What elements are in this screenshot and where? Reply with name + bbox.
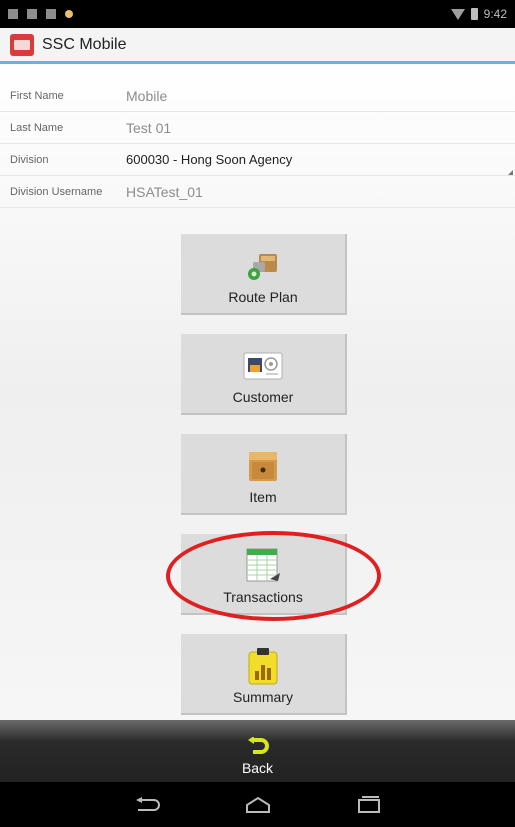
customer-label: Customer [232,389,294,405]
status-time: 9:42 [483,7,507,21]
summary-chart-icon [243,648,283,685]
nav-home-icon[interactable] [245,795,271,815]
first-name-label: First Name [10,89,64,102]
app-title: SSC Mobile [42,35,127,53]
item-button[interactable]: Item [181,434,347,515]
route-plan-icon [243,249,283,283]
nav-recents-icon[interactable] [356,795,382,815]
wifi-icon [450,8,465,20]
division-username-row: Division Username HSATest_01 [0,176,515,208]
last-name-row: Last Name Test 01 [0,112,515,144]
division-label: Division [10,153,49,166]
back-arrow-icon [247,736,269,760]
route-plan-button[interactable]: Route Plan [181,234,347,315]
summary-button[interactable]: Summary [181,634,347,715]
nav-back-icon[interactable] [134,795,160,815]
profile-form: First Name Mobile Last Name Test 01 Divi… [0,80,515,208]
notification-icon [46,9,56,19]
status-bar: 9:42 [0,0,515,28]
division-select-value: 600030 - Hong Soon Agency [126,152,293,167]
first-name-row: First Name Mobile [0,80,515,112]
back-label: Back [241,760,274,776]
item-box-icon [243,449,283,483]
division-row: Division 600030 - Hong Soon Agency [0,144,515,176]
division-username-value: HSATest_01 [126,183,203,200]
transactions-button[interactable]: Transactions [181,534,347,615]
route-plan-label: Route Plan [228,289,298,305]
app-logo-icon [10,33,34,56]
customer-button[interactable]: Customer [181,334,347,415]
notification-icon [8,9,18,19]
system-nav-bar [0,782,515,827]
first-name-value: Mobile [126,87,168,104]
transactions-label: Transactions [223,589,303,605]
summary-label: Summary [233,689,293,705]
item-label: Item [249,489,277,505]
action-bar: SSC Mobile [0,28,515,64]
transactions-sheet-icon [243,548,283,583]
division-select[interactable]: 600030 - Hong Soon Agency [118,152,515,175]
main-content: First Name Mobile Last Name Test 01 Divi… [0,67,515,720]
customer-card-icon [243,349,283,383]
notification-icon [27,9,37,19]
notification-icon [65,10,73,18]
division-username-label: Division Username [10,185,103,198]
last-name-value: Test 01 [126,119,172,136]
last-name-label: Last Name [10,121,64,134]
back-button[interactable]: Back [0,720,515,782]
dropdown-corner-icon [508,170,513,175]
battery-icon [470,8,478,20]
